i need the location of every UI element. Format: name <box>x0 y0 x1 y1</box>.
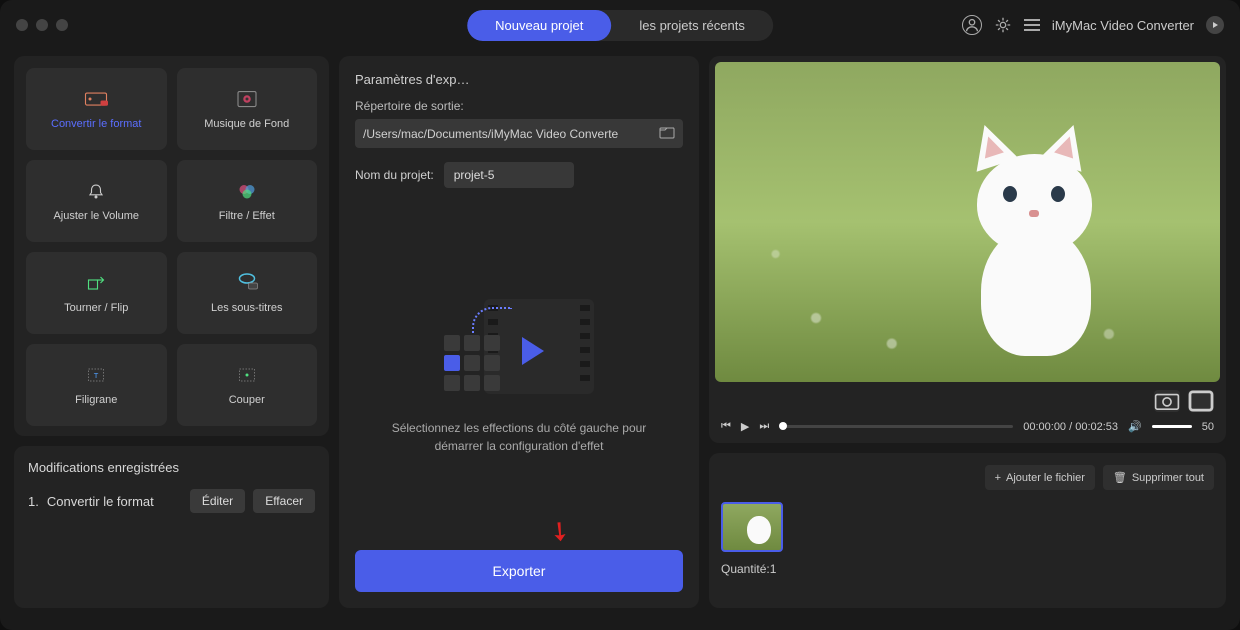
snapshot-icon[interactable] <box>1154 390 1180 412</box>
volume-level: 50 <box>1202 421 1214 433</box>
trash-icon: 🗑 <box>1113 471 1127 484</box>
output-dir-label: Répertoire de sortie: <box>355 99 683 113</box>
tool-label: Tourner / Flip <box>64 302 128 314</box>
time-display: 00:00:00 / 00:02:53 <box>1023 421 1118 433</box>
music-icon <box>232 88 262 110</box>
playback-controls: ⏮ ▶ ⏭ 00:00:00 / 00:02:53 🔊 50 <box>715 412 1220 433</box>
settings-icon[interactable] <box>994 16 1012 34</box>
tool-adjust-volume[interactable]: Ajuster le Volume <box>26 160 167 242</box>
bell-icon <box>81 180 111 202</box>
app-window: Nouveau projet les projets récents iMyMa… <box>0 0 1240 630</box>
left-column: Convertir le format Musique de Fond Ajus… <box>14 56 329 608</box>
volume-icon[interactable]: 🔊 <box>1128 420 1142 433</box>
tool-rotate-flip[interactable]: Tourner / Flip <box>26 252 167 334</box>
output-dir-field[interactable]: /Users/mac/Documents/iMyMac Video Conver… <box>355 119 683 148</box>
tool-label: Les sous-titres <box>211 302 283 314</box>
tool-label: Couper <box>229 394 265 406</box>
filter-icon <box>232 180 262 202</box>
subtitle-icon <box>232 272 262 294</box>
output-dir-value: /Users/mac/Documents/iMyMac Video Conver… <box>363 127 618 141</box>
tab-recent-projects[interactable]: les projets récents <box>611 10 773 41</box>
window-controls[interactable] <box>16 19 68 31</box>
film-grid-icon <box>444 299 594 399</box>
progress-bar[interactable] <box>779 425 1013 428</box>
tool-label: Musique de Fond <box>204 118 289 130</box>
file-gallery-panel: + Ajouter le fichier 🗑 Supprimer tout Quan… <box>709 453 1226 608</box>
effect-placeholder: Sélectionnez les effections du côté gauc… <box>355 218 683 536</box>
file-thumbnail[interactable] <box>721 502 783 552</box>
mod-label: Convertir le format <box>47 494 182 509</box>
modifications-panel: Modifications enregistrées 1. Convertir … <box>14 446 329 608</box>
watermark-icon: T <box>81 364 111 386</box>
fullscreen-icon[interactable] <box>1188 390 1214 412</box>
export-button[interactable]: Exporter ➘ <box>355 550 683 592</box>
panel-heading: Paramètres d'exp… <box>355 72 683 87</box>
remove-all-label: Supprimer tout <box>1132 472 1204 484</box>
top-tabs: Nouveau projet les projets récents <box>467 10 773 41</box>
remove-all-button[interactable]: 🗑 Supprimer tout <box>1103 465 1214 490</box>
tool-label: Filigrane <box>75 394 117 406</box>
main-area: Convertir le format Musique de Fond Ajus… <box>0 50 1240 622</box>
edit-button[interactable]: Éditer <box>190 489 245 513</box>
app-title: iMyMac Video Converter <box>1052 18 1194 33</box>
plus-icon: + <box>995 472 1001 484</box>
mod-number: 1. <box>28 494 39 509</box>
tool-convert-format[interactable]: Convertir le format <box>26 68 167 150</box>
tool-label: Ajuster le Volume <box>53 210 139 222</box>
user-icon[interactable] <box>962 15 982 35</box>
mods-title: Modifications enregistrées <box>28 460 315 475</box>
tool-subtitles[interactable]: Les sous-titres <box>177 252 318 334</box>
tool-filter-effect[interactable]: Filtre / Effet <box>177 160 318 242</box>
play-badge-icon[interactable] <box>1206 16 1224 34</box>
add-file-button[interactable]: + Ajouter le fichier <box>985 465 1095 490</box>
prev-button[interactable]: ⏮ <box>721 420 731 433</box>
quantity-label: Quantité:1 <box>721 562 1214 576</box>
mod-row: 1. Convertir le format Éditer Effacer <box>28 489 315 513</box>
add-file-label: Ajouter le fichier <box>1006 472 1085 484</box>
browse-folder-icon[interactable] <box>653 125 675 142</box>
tool-crop[interactable]: Couper <box>177 344 318 426</box>
menu-icon[interactable] <box>1024 19 1040 31</box>
crop-icon <box>232 364 262 386</box>
header-right: iMyMac Video Converter <box>962 15 1224 35</box>
video-content-kitten <box>947 126 1137 346</box>
tool-label: Filtre / Effet <box>219 210 275 222</box>
video-preview-panel: ⏮ ▶ ⏭ 00:00:00 / 00:02:53 🔊 50 <box>709 56 1226 443</box>
svg-text:T: T <box>94 371 99 380</box>
effect-hint-text: Sélectionnez les effections du côté gauc… <box>379 419 659 455</box>
video-preview[interactable] <box>715 62 1220 382</box>
volume-slider[interactable] <box>1152 425 1192 428</box>
export-button-label: Exporter <box>493 563 546 579</box>
titlebar: Nouveau projet les projets récents iMyMa… <box>0 0 1240 50</box>
tool-label: Convertir le format <box>51 118 141 130</box>
project-name-input[interactable] <box>444 162 574 188</box>
play-button[interactable]: ▶ <box>741 420 749 433</box>
tool-background-music[interactable]: Musique de Fond <box>177 68 318 150</box>
clear-button[interactable]: Effacer <box>253 489 315 513</box>
convert-icon <box>81 88 111 110</box>
next-button[interactable]: ⏭ <box>759 420 769 433</box>
tool-grid: Convertir le format Musique de Fond Ajus… <box>14 56 329 436</box>
tab-new-project[interactable]: Nouveau projet <box>467 10 611 41</box>
right-column: ⏮ ▶ ⏭ 00:00:00 / 00:02:53 🔊 50 + Ajouter … <box>709 56 1226 608</box>
rotate-icon <box>81 272 111 294</box>
tool-watermark[interactable]: T Filigrane <box>26 344 167 426</box>
project-name-label: Nom du projet: <box>355 168 434 182</box>
export-settings-panel: Paramètres d'exp… Répertoire de sortie: … <box>339 56 699 608</box>
